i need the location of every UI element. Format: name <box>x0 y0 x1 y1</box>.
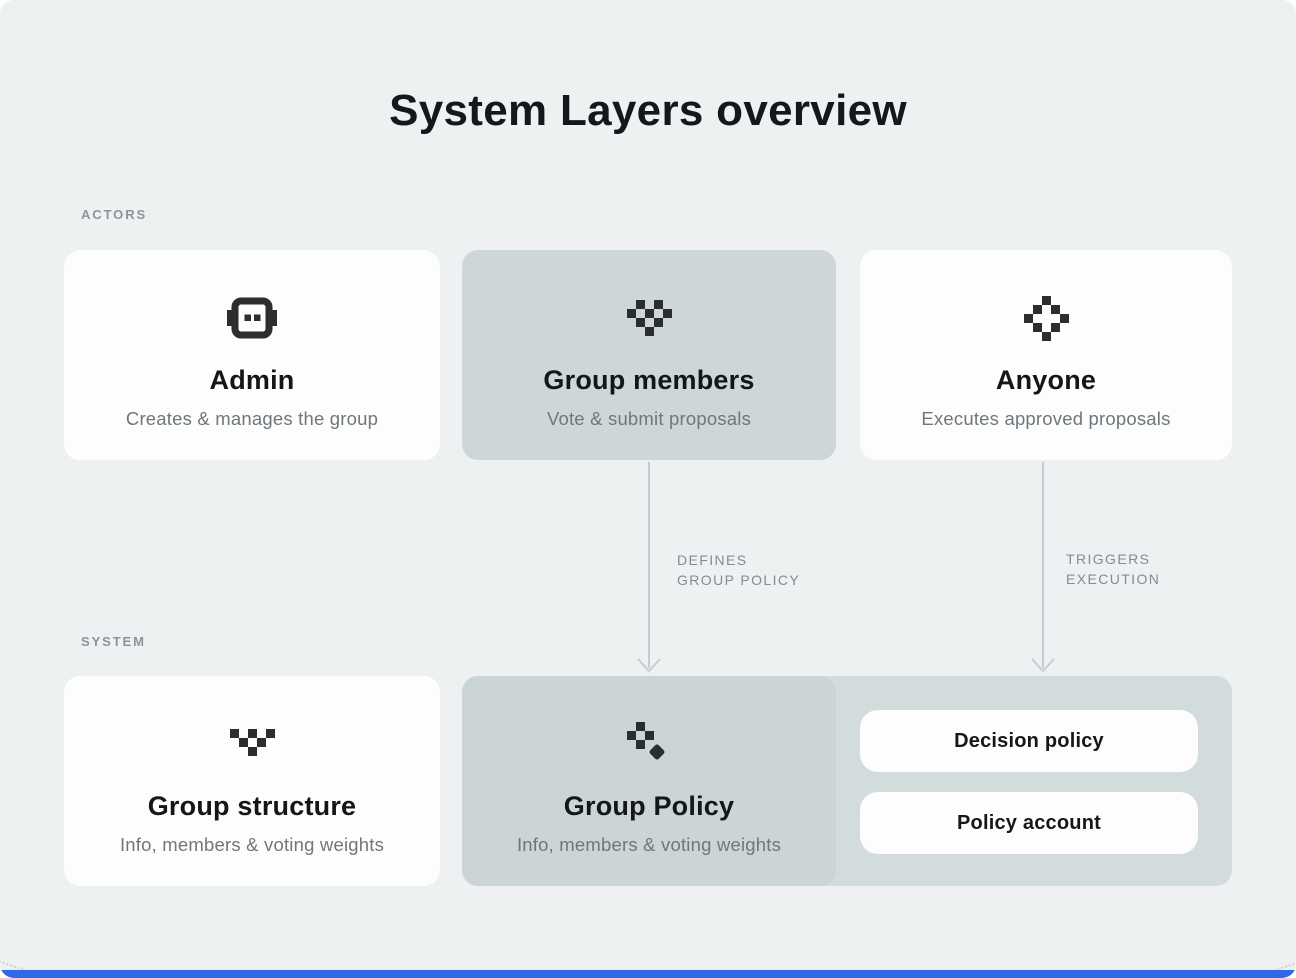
policy-account-pill: Policy account <box>860 792 1198 854</box>
triggers-arrow-label: TRIGGERS EXECUTION <box>1066 549 1160 589</box>
pixel-chevron-icon <box>230 720 275 768</box>
page-title: System Layers overview <box>0 86 1296 136</box>
arrow-label-line: TRIGGERS <box>1066 549 1160 569</box>
card-admin: Admin Creates & manages the group <box>64 250 440 460</box>
card-anyone: Anyone Executes approved proposals <box>860 250 1232 460</box>
actors-section-label: ACTORS <box>81 207 147 222</box>
defines-arrow <box>628 460 670 676</box>
pixel-policy-icon <box>627 720 671 768</box>
system-name: Group structure <box>148 790 357 822</box>
decision-policy-pill: Decision policy <box>860 710 1198 772</box>
actor-name: Anyone <box>996 364 1096 396</box>
actor-name: Admin <box>210 364 295 396</box>
card-group-members: Group members Vote & submit proposals <box>462 250 836 460</box>
defines-arrow-label: DEFINES GROUP POLICY <box>677 550 800 590</box>
pixel-heart-icon <box>627 294 672 342</box>
arrow-label-line: GROUP POLICY <box>677 570 800 590</box>
arrow-label-line: EXECUTION <box>1066 569 1160 589</box>
triggers-arrow <box>1022 460 1064 676</box>
system-layers-diagram: System Layers overview ACTORS Admin Crea… <box>0 0 1296 978</box>
actor-name: Group members <box>543 364 754 396</box>
card-group-structure: Group structure Info, members & voting w… <box>64 676 440 886</box>
system-name: Group Policy <box>564 790 734 822</box>
system-description: Info, members & voting weights <box>120 834 384 856</box>
card-group-policy: Group Policy Info, members & voting weig… <box>462 676 836 886</box>
actor-description: Vote & submit proposals <box>547 408 751 430</box>
system-section-label: SYSTEM <box>81 634 146 649</box>
pixel-diamond-icon <box>1024 294 1069 342</box>
group-policy-container: Group Policy Info, members & voting weig… <box>462 676 1232 886</box>
system-description: Info, members & voting weights <box>517 834 781 856</box>
arrow-label-line: DEFINES <box>677 550 800 570</box>
robot-face-icon <box>227 294 277 342</box>
actor-description: Creates & manages the group <box>126 408 378 430</box>
bottom-accent-bar <box>0 970 1296 978</box>
actor-description: Executes approved proposals <box>921 408 1170 430</box>
